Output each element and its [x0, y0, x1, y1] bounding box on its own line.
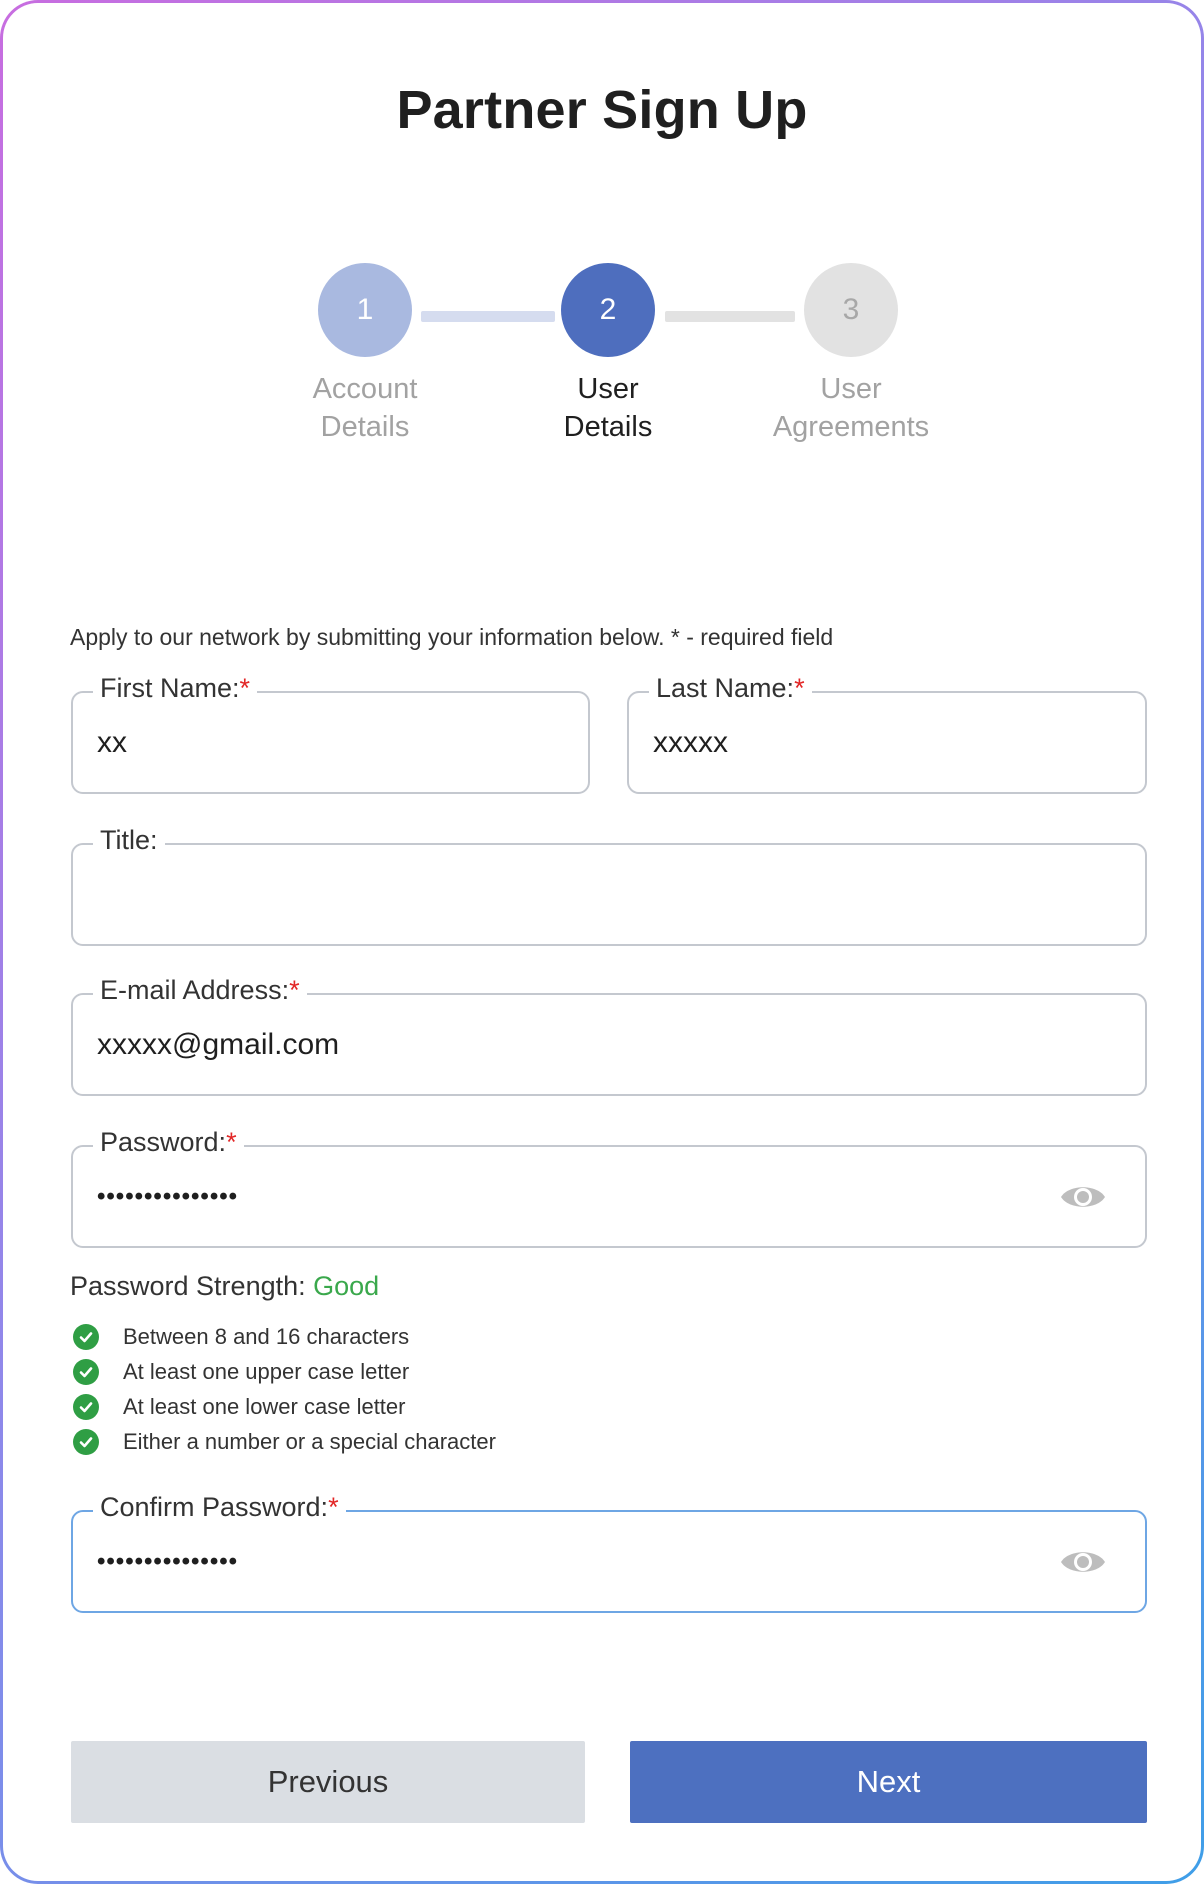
password-input[interactable]: •••••••••••••••	[97, 1183, 238, 1211]
email-input[interactable]: xxxxx@gmail.com	[97, 1028, 339, 1062]
step-label: Account Details	[312, 373, 418, 443]
required-marker: *	[328, 1492, 339, 1522]
title-label: Title:	[93, 825, 165, 856]
password-rule: Between 8 and 16 characters	[73, 1319, 496, 1354]
password-rules-list: Between 8 and 16 characters At least one…	[73, 1319, 496, 1459]
password-rule: Either a number or a special character	[73, 1424, 496, 1459]
password-rule: At least one lower case letter	[73, 1389, 496, 1424]
eye-icon[interactable]	[1059, 1545, 1107, 1579]
first-name-field[interactable]: First Name:* xx	[71, 673, 590, 794]
next-button[interactable]: Next	[630, 1741, 1147, 1823]
form-intro-text: Apply to our network by submitting your …	[70, 624, 834, 650]
required-marker: *	[239, 673, 251, 703]
required-marker: *	[794, 673, 805, 703]
confirm-password-field[interactable]: Confirm Password:* •••••••••••••••	[71, 1492, 1147, 1613]
password-label: Password:*	[93, 1127, 244, 1158]
step-label: User Details	[563, 373, 653, 443]
email-field[interactable]: E-mail Address:* xxxxx@gmail.com	[71, 975, 1147, 1096]
last-name-field[interactable]: Last Name:* xxxxx	[627, 673, 1147, 794]
previous-button[interactable]: Previous	[71, 1741, 585, 1823]
eye-icon[interactable]	[1059, 1180, 1107, 1214]
step-user-agreements[interactable]: 3 User Agreements	[721, 263, 981, 446]
check-circle-icon	[73, 1358, 99, 1385]
step-number-badge: 1	[318, 263, 412, 357]
signup-card: Partner Sign Up 1 Account Details 2 User…	[3, 3, 1201, 1881]
check-circle-icon	[73, 1393, 99, 1420]
email-label: E-mail Address:*	[93, 975, 307, 1006]
password-strength-value: Good	[313, 1271, 380, 1301]
last-name-input[interactable]: xxxxx	[653, 726, 728, 760]
confirm-password-label: Confirm Password:*	[93, 1492, 346, 1523]
step-account-details[interactable]: 1 Account Details	[235, 263, 495, 446]
check-circle-icon	[73, 1323, 99, 1350]
first-name-input[interactable]: xx	[97, 726, 127, 760]
title-field[interactable]: Title:	[71, 825, 1147, 946]
step-label: User Agreements	[772, 373, 930, 443]
password-rule: At least one upper case letter	[73, 1354, 496, 1389]
page-title: Partner Sign Up	[396, 80, 808, 140]
password-field[interactable]: Password:* •••••••••••••••	[71, 1127, 1147, 1248]
required-marker: *	[289, 975, 300, 1005]
window-frame: Partner Sign Up 1 Account Details 2 User…	[0, 0, 1204, 1884]
check-circle-icon	[73, 1428, 99, 1455]
last-name-label: Last Name:*	[649, 673, 812, 704]
progress-stepper: 1 Account Details 2 User Details 3 User …	[3, 263, 1201, 463]
confirm-password-input[interactable]: •••••••••••••••	[97, 1548, 238, 1576]
required-marker: *	[226, 1127, 237, 1157]
password-strength: Password Strength: Good	[70, 1271, 380, 1301]
step-user-details[interactable]: 2 User Details	[478, 263, 738, 446]
step-number-badge: 3	[804, 263, 898, 357]
first-name-label: First Name:*	[93, 673, 258, 704]
step-number-badge: 2	[561, 263, 655, 357]
